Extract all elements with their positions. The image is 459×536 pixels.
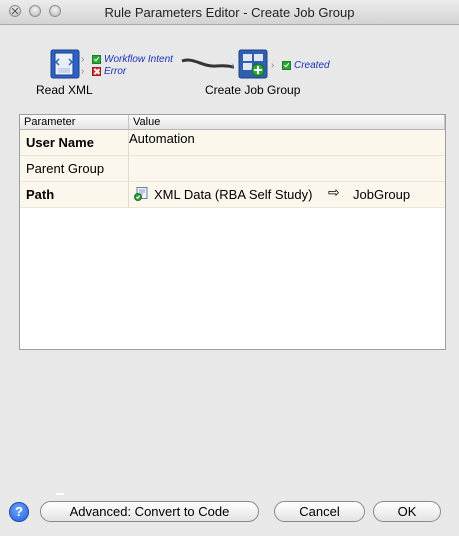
divider-mark	[56, 493, 64, 495]
check-icon	[92, 55, 101, 64]
port-connector-icon: ›	[271, 60, 275, 71]
parameter-value: Automation	[129, 131, 195, 146]
port-label: Error	[104, 66, 127, 77]
table-row[interactable]: Parent Group	[20, 156, 445, 182]
create-job-group-icon[interactable]	[238, 49, 268, 79]
parameter-value-cell[interactable]: XML Data (RBA Self Study) ⇨ JobGroup	[129, 182, 445, 208]
parameter-name: Parent Group	[20, 156, 129, 182]
window-title: Rule Parameters Editor - Create Job Grou…	[104, 5, 355, 20]
column-header-parameter[interactable]: Parameter	[20, 115, 129, 129]
cancel-button[interactable]: Cancel	[274, 501, 365, 522]
title-bar: Rule Parameters Editor - Create Job Grou…	[0, 0, 459, 25]
path-target: JobGroup	[353, 187, 411, 202]
source-node-label: Read XML	[36, 83, 93, 97]
xml-data-source-icon	[134, 187, 148, 201]
parameter-value-cell[interactable]: Automation	[129, 130, 445, 156]
port-label: Created	[294, 60, 330, 71]
port-workflow-intent[interactable]: Workflow Intent	[92, 54, 173, 65]
port-connector-icon: ›	[231, 60, 235, 71]
table-header: Parameter Value	[20, 115, 445, 130]
target-node-label: Create Job Group	[205, 83, 301, 97]
port-created[interactable]: Created	[282, 60, 330, 71]
ok-button[interactable]: OK	[373, 501, 441, 522]
error-x-icon	[92, 67, 101, 76]
advanced-convert-to-code-button[interactable]: Advanced: Convert to Code	[40, 501, 259, 522]
table-row[interactable]: Path XML Data (RBA Self Study) ⇨ JobGrou…	[20, 182, 445, 208]
xml-document-icon[interactable]	[50, 49, 80, 79]
parameter-name: Path	[20, 182, 129, 208]
help-button[interactable]: ?	[9, 502, 29, 522]
parameter-value-cell[interactable]	[129, 156, 445, 182]
parameter-name: User Name	[20, 130, 129, 156]
table-row[interactable]: User Name Automation	[20, 130, 445, 156]
column-header-value[interactable]: Value	[129, 115, 445, 129]
port-label: Workflow Intent	[104, 54, 173, 65]
workflow-connector-line	[181, 58, 235, 69]
port-connector-icon: ›	[81, 54, 85, 65]
right-arrow-icon: ⇨	[328, 184, 340, 200]
rule-parameters-editor-window: Rule Parameters Editor - Create Job Grou…	[0, 0, 459, 536]
check-icon	[282, 61, 291, 70]
path-source: XML Data (RBA Self Study)	[154, 187, 313, 202]
parameters-table: Parameter Value User Name Automation Par…	[19, 114, 446, 350]
port-error[interactable]: Error	[92, 66, 126, 77]
port-connector-icon: ›	[81, 66, 85, 77]
